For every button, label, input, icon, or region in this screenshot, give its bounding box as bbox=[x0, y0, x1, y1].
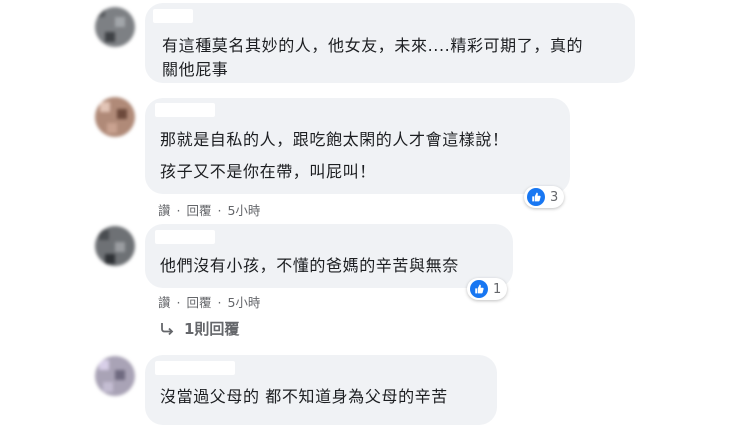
comment-text: 孩子又不是你在帶，叫屁叫！ bbox=[160, 162, 376, 181]
comment-bubble: 他們沒有小孩，不懂的爸媽的辛苦與無奈 bbox=[145, 224, 513, 288]
avatar[interactable] bbox=[95, 226, 135, 266]
comment-text: 有這種莫名其妙的人，他女友，未來....精彩可期了，真的 bbox=[162, 36, 584, 55]
reaction-count: 1 bbox=[493, 281, 502, 297]
avatar[interactable] bbox=[95, 7, 135, 47]
reply-link[interactable]: 回覆 bbox=[186, 203, 211, 218]
separator: · bbox=[176, 203, 181, 218]
comment-text: 那就是自私的人，跟吃飽太閑的人才會這樣說！ bbox=[160, 130, 509, 149]
comment-bubble: 那就是自私的人，跟吃飽太閑的人才會這樣說！ 孩子又不是你在帶，叫屁叫！ bbox=[145, 98, 570, 194]
reaction-count-badge[interactable]: 3 bbox=[524, 186, 565, 208]
like-icon bbox=[470, 280, 488, 298]
like-link[interactable]: 讚 bbox=[158, 295, 171, 310]
like-link[interactable]: 讚 bbox=[158, 203, 171, 218]
author-name-redacted[interactable] bbox=[155, 230, 215, 244]
author-name-redacted[interactable] bbox=[153, 9, 193, 23]
separator: · bbox=[176, 295, 181, 310]
comment-bubble: 有這種莫名其妙的人，他女友，未來....精彩可期了，真的 關他屁事 bbox=[145, 3, 635, 83]
separator: · bbox=[217, 295, 222, 310]
avatar[interactable] bbox=[95, 356, 135, 396]
reaction-count-badge[interactable]: 1 bbox=[467, 278, 508, 300]
author-name-redacted[interactable] bbox=[155, 103, 215, 117]
comment-text: 他們沒有小孩，不懂的爸媽的辛苦與無奈 bbox=[160, 256, 459, 275]
author-name-redacted[interactable] bbox=[155, 361, 235, 375]
view-replies-link[interactable]: 1則回覆 bbox=[160, 318, 239, 339]
comment-actions: 讚 · 回覆 · 5小時 bbox=[158, 292, 262, 311]
comment-actions: 讚 · 回覆 · 5小時 bbox=[158, 200, 262, 219]
comment-text: 沒當過父母的 都不知道身為父母的辛苦 bbox=[160, 387, 448, 406]
separator: · bbox=[217, 203, 222, 218]
reaction-count: 3 bbox=[550, 189, 559, 205]
reply-arrow-icon bbox=[160, 322, 174, 336]
comment-text: 關他屁事 bbox=[162, 60, 229, 79]
timestamp[interactable]: 5小時 bbox=[227, 203, 260, 218]
comment-bubble: 沒當過父母的 都不知道身為父母的辛苦 bbox=[145, 355, 497, 425]
timestamp[interactable]: 5小時 bbox=[227, 295, 260, 310]
replies-label: 1則回覆 bbox=[184, 320, 240, 338]
reply-link[interactable]: 回覆 bbox=[186, 295, 211, 310]
avatar[interactable] bbox=[95, 97, 135, 137]
like-icon bbox=[527, 188, 545, 206]
